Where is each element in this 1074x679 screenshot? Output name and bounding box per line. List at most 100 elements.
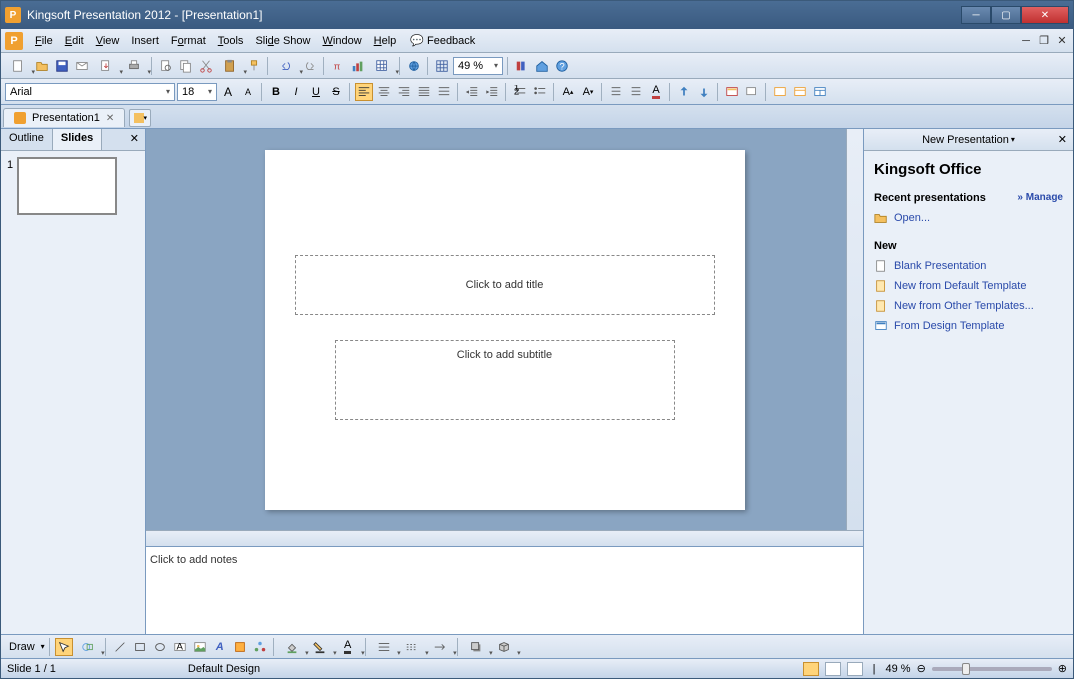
slideshow-view-button[interactable] [847,662,863,676]
menu-format[interactable]: Format [165,33,212,49]
paste-button[interactable] [217,57,243,75]
menu-insert[interactable]: Insert [125,33,165,49]
insert-table-button[interactable] [369,57,395,75]
sorter-view-button[interactable] [825,662,841,676]
print-button[interactable] [121,57,147,75]
slide-thumbnail[interactable] [17,157,117,215]
subscript-button[interactable] [627,83,645,101]
menu-feedback[interactable]: 💬 Feedback [410,34,475,47]
rectangle-button[interactable] [131,638,149,656]
mdi-close-button[interactable]: ✕ [1055,34,1069,48]
autoshapes-button[interactable] [75,638,101,656]
shrink-font-button[interactable]: A▾ [579,83,597,101]
design-template-link[interactable]: From Design Template [874,316,1063,336]
open-button[interactable] [33,57,51,75]
save-button[interactable] [53,57,71,75]
undo-button[interactable] [273,57,299,75]
copy-button[interactable] [177,57,195,75]
close-button[interactable]: ✕ [1021,6,1069,24]
mdi-minimize-button[interactable]: ─ [1019,34,1033,48]
normal-view-button[interactable] [803,662,819,676]
zoom-slider[interactable] [932,667,1052,671]
decrease-font-button[interactable]: A [239,83,257,101]
numbered-list-button[interactable]: 12 [511,83,529,101]
line-color-button[interactable] [307,638,333,656]
align-left-button[interactable] [355,83,373,101]
increase-indent-button[interactable] [483,83,501,101]
3d-button[interactable] [491,638,517,656]
close-task-pane-button[interactable]: ✕ [1058,133,1067,146]
demote-button[interactable] [695,83,713,101]
font-size-combo[interactable]: 18▾ [177,83,217,101]
subtitle-placeholder[interactable]: Click to add subtitle [335,340,675,420]
line-button[interactable] [111,638,129,656]
task-pane-header[interactable]: New Presentation▾ ✕ [864,129,1073,151]
cut-button[interactable] [197,57,215,75]
clipart-button[interactable] [231,638,249,656]
new-button[interactable] [5,57,31,75]
zoom-out-button[interactable]: ⊖ [917,662,926,675]
menu-view[interactable]: View [90,33,126,49]
minimize-button[interactable]: ─ [961,6,991,24]
print-preview-button[interactable] [157,57,175,75]
menu-tools[interactable]: Tools [212,33,250,49]
menu-edit[interactable]: Edit [59,33,90,49]
superscript-button[interactable] [607,83,625,101]
align-justify-button[interactable] [415,83,433,101]
textbox-button[interactable]: A [171,638,189,656]
promote-button[interactable] [675,83,693,101]
arrow-style-button[interactable] [427,638,453,656]
fill-color-button[interactable] [279,638,305,656]
text-color-button[interactable]: A [335,638,361,656]
shadow-button[interactable] [463,638,489,656]
layout-1-button[interactable] [771,83,789,101]
title-placeholder[interactable]: Click to add title [295,255,715,315]
wordart-button[interactable]: A [211,638,229,656]
new-slide-button[interactable] [743,83,761,101]
maximize-button[interactable]: ▢ [991,6,1021,24]
font-combo[interactable]: Arial▾ [5,83,175,101]
align-center-button[interactable] [375,83,393,101]
insert-equation-button[interactable]: π [329,57,347,75]
grow-font-button[interactable]: A▴ [559,83,577,101]
bulleted-list-button[interactable] [531,83,549,101]
underline-button[interactable]: U [307,83,325,101]
app-menu-icon[interactable]: P [5,32,23,50]
italic-button[interactable]: I [287,83,305,101]
dash-style-button[interactable] [399,638,425,656]
increase-font-button[interactable]: A [219,83,237,101]
zoom-in-button[interactable]: ⊕ [1058,662,1067,675]
menu-slideshow[interactable]: Slide Show [249,33,316,49]
mail-button[interactable] [73,57,91,75]
picture-button[interactable] [191,638,209,656]
blank-presentation-link[interactable]: Blank Presentation [874,256,1063,276]
bold-button[interactable]: B [267,83,285,101]
research-button[interactable] [513,57,531,75]
export-button[interactable] [93,57,119,75]
close-tab-button[interactable]: ✕ [106,113,114,124]
menu-window[interactable]: Window [317,33,368,49]
manage-link[interactable]: » Manage [1017,192,1063,203]
close-pane-button[interactable]: ✕ [124,129,145,150]
slide-design-button[interactable] [723,83,741,101]
diagram-button[interactable] [251,638,269,656]
oval-button[interactable] [151,638,169,656]
notes-pane[interactable]: Click to add notes [146,546,863,634]
layout-2-button[interactable] [791,83,809,101]
open-link[interactable]: Open... [874,208,1063,228]
mdi-restore-button[interactable]: ❐ [1037,34,1051,48]
grid-button[interactable] [433,57,451,75]
default-template-link[interactable]: New from Default Template [874,276,1063,296]
insert-chart-button[interactable] [349,57,367,75]
format-painter-button[interactable] [245,57,263,75]
draw-menu[interactable]: Draw [5,641,39,653]
new-tab-button[interactable]: ▾ [129,109,151,127]
document-tab[interactable]: Presentation1 ✕ [3,108,125,127]
align-right-button[interactable] [395,83,413,101]
menu-file[interactable]: File [29,33,59,49]
tab-outline[interactable]: Outline [1,129,53,150]
font-color-button[interactable]: A [647,83,665,101]
thumbnail-row[interactable]: 1 [7,157,139,215]
horizontal-scrollbar[interactable] [146,530,863,546]
help-button[interactable]: ? [553,57,571,75]
